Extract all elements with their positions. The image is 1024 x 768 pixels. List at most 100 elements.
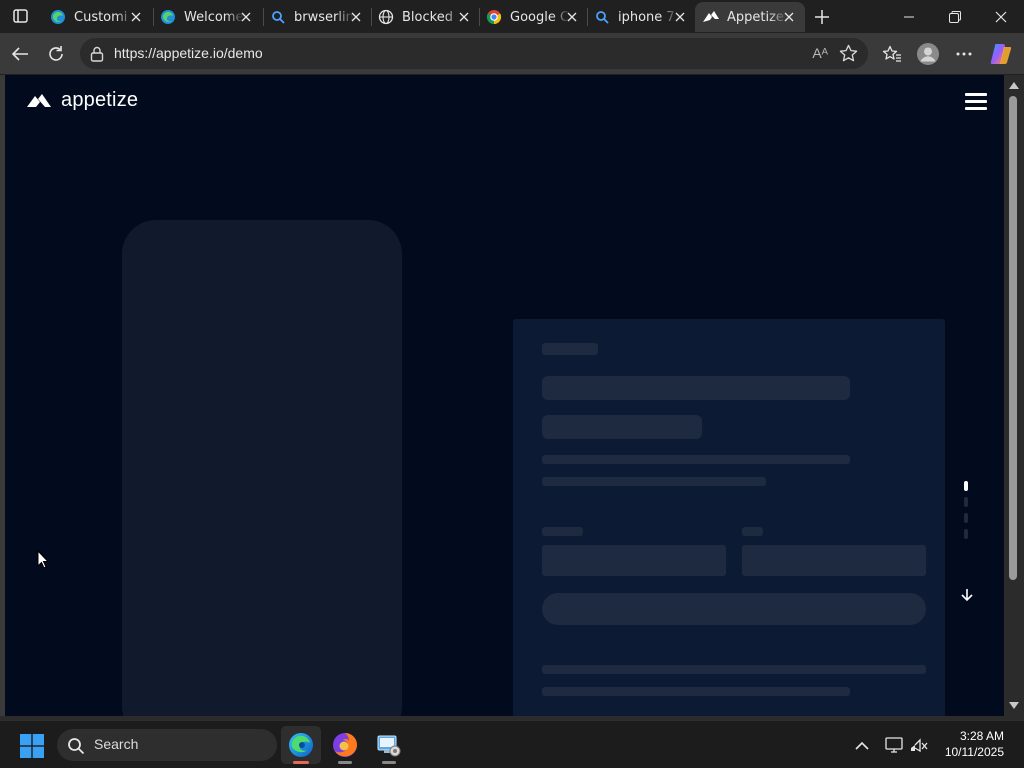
skeleton-line: [542, 687, 850, 696]
restore-icon: [949, 10, 961, 23]
profile-button[interactable]: [915, 41, 941, 67]
globe-icon: [378, 9, 394, 25]
tab-close-icon[interactable]: [781, 9, 797, 25]
taskbar-app-edge[interactable]: [281, 726, 321, 764]
tab-close-icon[interactable]: [238, 9, 254, 25]
tab-google-chrome[interactable]: Google C: [478, 2, 588, 32]
edge-icon: [50, 9, 66, 25]
section-dot[interactable]: [964, 497, 968, 507]
skeleton-button: [542, 593, 926, 625]
appetize-icon: [703, 9, 719, 25]
avatar: [917, 43, 939, 65]
copilot-button[interactable]: [988, 41, 1014, 67]
skeleton-line: [542, 455, 850, 464]
tab-close-icon[interactable]: [564, 9, 580, 25]
tab-iphone-7[interactable]: iphone 7: [586, 2, 696, 32]
lock-icon[interactable]: [90, 46, 104, 66]
tab-close-icon[interactable]: [348, 9, 364, 25]
menu-bar: [965, 100, 987, 103]
skeleton-heading: [542, 376, 850, 400]
tab-actions-button[interactable]: [8, 5, 32, 27]
running-indicator: [382, 761, 396, 764]
page-viewport: appetize: [5, 75, 1004, 716]
favorite-star-icon[interactable]: [839, 44, 858, 67]
skeleton-line: [542, 477, 766, 486]
edge-icon: [160, 9, 176, 25]
search-placeholder: Search: [94, 736, 139, 752]
taskbar-search-box[interactable]: Search: [57, 729, 277, 761]
search-icon: [270, 9, 286, 25]
back-button[interactable]: [7, 41, 33, 67]
taskbar-app-control-panel[interactable]: [369, 726, 409, 764]
tab-customize[interactable]: Customi: [42, 2, 152, 32]
minimize-button[interactable]: [886, 0, 932, 33]
clock-date: 10/11/2025: [944, 745, 1004, 759]
browser-toolbar: https://appetize.io/demo Aᴬ: [0, 33, 1024, 74]
edge-icon: [289, 733, 313, 757]
tab-close-icon[interactable]: [672, 9, 688, 25]
scrollbar-thumb[interactable]: [1009, 96, 1017, 580]
section-dot[interactable]: [964, 529, 968, 539]
arrow-down-icon: [961, 589, 973, 602]
url-text[interactable]: https://appetize.io/demo: [114, 45, 263, 61]
tab-close-icon[interactable]: [456, 9, 472, 25]
brand-name: appetize: [61, 89, 139, 111]
tab-actions-icon: [13, 9, 28, 23]
tab-title: Welcome: [184, 9, 244, 25]
appetize-logo-icon: [27, 93, 51, 107]
minimize-icon: [904, 16, 914, 17]
skeleton-label: [542, 527, 583, 536]
tab-title: iphone 7: [618, 9, 675, 25]
restore-button[interactable]: [932, 0, 978, 33]
refresh-icon: [49, 46, 63, 61]
section-dot-active[interactable]: [964, 481, 968, 491]
network-muted-icon: [911, 738, 928, 753]
active-indicator: [293, 761, 309, 764]
firefox-icon: [333, 733, 357, 757]
skeleton-heading: [542, 415, 702, 439]
tab-title: Google C: [510, 9, 570, 25]
monitor-icon: [885, 737, 903, 753]
scroll-up-arrow-icon[interactable]: [1008, 79, 1020, 91]
address-bar[interactable]: https://appetize.io/demo Aᴬ: [80, 38, 868, 69]
menu-button[interactable]: [965, 93, 987, 111]
brand-link[interactable]: appetize: [27, 89, 138, 112]
show-hidden-icons-button[interactable]: [852, 735, 872, 755]
system-clock[interactable]: 3:28 AM 10/11/2025: [945, 728, 1004, 760]
control-panel-icon: [377, 735, 401, 757]
section-dot[interactable]: [964, 513, 968, 523]
tab-welcome[interactable]: Welcome: [152, 2, 262, 32]
taskbar-app-firefox[interactable]: [325, 726, 365, 764]
more-dots-icon: [956, 52, 972, 56]
new-tab-button[interactable]: [811, 6, 833, 28]
clock-time: 3:28 AM: [959, 729, 1004, 743]
windows-logo-icon: [20, 734, 44, 758]
tab-blocked[interactable]: Blocked: [370, 2, 480, 32]
scroll-down-button[interactable]: [955, 583, 979, 607]
favorites-button[interactable]: [879, 41, 905, 67]
tab-close-icon[interactable]: [128, 9, 144, 25]
vertical-scrollbar[interactable]: [1004, 75, 1024, 716]
scroll-down-arrow-icon[interactable]: [1008, 699, 1020, 711]
mouse-cursor-icon: [37, 549, 50, 573]
tab-appetize[interactable]: Appetize: [695, 2, 805, 32]
start-button[interactable]: [20, 734, 44, 758]
close-icon: [995, 11, 1007, 22]
tab-brwserlin[interactable]: brwserlin: [262, 2, 372, 32]
network-volume-tray[interactable]: [909, 735, 929, 755]
chrome-icon: [486, 9, 502, 25]
read-aloud-icon[interactable]: Aᴬ: [812, 45, 828, 61]
skeleton-field: [742, 545, 926, 576]
refresh-button[interactable]: [43, 41, 69, 67]
favorites-icon: [882, 45, 901, 62]
skeleton-field: [542, 545, 726, 576]
tab-title: Appetize: [727, 9, 784, 25]
skeleton-line: [542, 343, 598, 355]
display-settings-tray[interactable]: [884, 735, 904, 755]
plus-icon: [815, 10, 829, 24]
tab-strip: Customi Welcome brwserlin Blocked Google…: [0, 0, 1024, 33]
close-window-button[interactable]: [978, 0, 1024, 33]
settings-more-button[interactable]: [951, 41, 977, 67]
device-placeholder: [122, 220, 402, 716]
section-indicator: [964, 481, 968, 561]
